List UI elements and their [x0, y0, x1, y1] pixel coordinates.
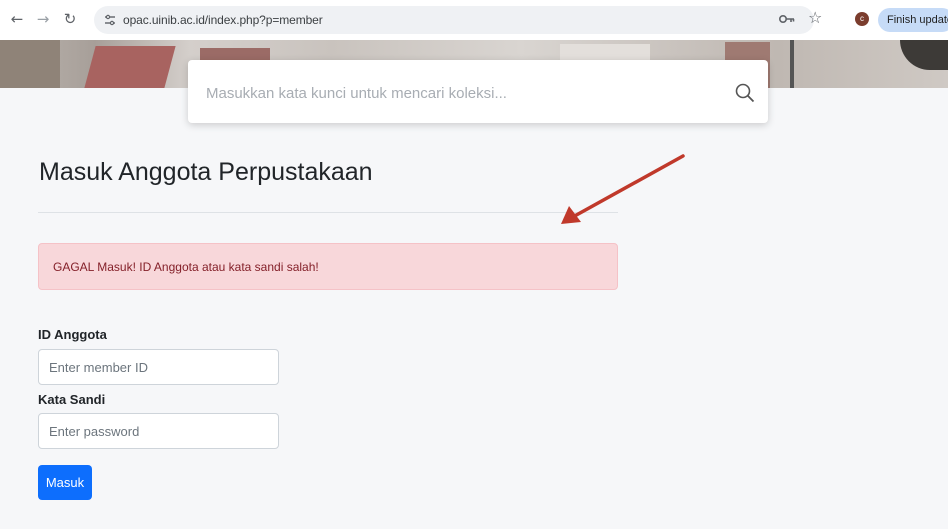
- member-id-label: ID Anggota: [38, 327, 107, 342]
- finish-update-button[interactable]: Finish update: [878, 8, 948, 32]
- search-bar[interactable]: [188, 60, 768, 123]
- annotation-arrow-icon: [561, 154, 685, 224]
- password-input[interactable]: [38, 413, 279, 449]
- forward-arrow-icon[interactable]: →: [34, 10, 52, 28]
- password-key-icon[interactable]: [778, 10, 796, 28]
- reload-icon[interactable]: ↻: [61, 10, 79, 28]
- browser-toolbar: ← → ↻ opac.uinib.ac.id/index.php?p=membe…: [0, 0, 948, 40]
- login-error-alert: GAGAL Masuk! ID Anggota atau kata sandi …: [38, 243, 618, 290]
- back-arrow-icon[interactable]: ←: [8, 10, 26, 28]
- profile-avatar[interactable]: c: [855, 12, 869, 26]
- search-input[interactable]: [204, 80, 708, 106]
- site-settings-icon[interactable]: [104, 14, 116, 26]
- page-background: [0, 88, 948, 529]
- member-id-input[interactable]: [38, 349, 279, 385]
- search-icon[interactable]: [735, 83, 755, 103]
- password-label: Kata Sandi: [38, 392, 106, 407]
- title-divider: [38, 212, 618, 213]
- alert-message: GAGAL Masuk! ID Anggota atau kata sandi …: [53, 260, 319, 274]
- url-text[interactable]: opac.uinib.ac.id/index.php?p=member: [123, 13, 323, 27]
- login-submit-button[interactable]: Masuk: [38, 465, 92, 500]
- address-bar[interactable]: opac.uinib.ac.id/index.php?p=member: [94, 6, 814, 34]
- page-title: Masuk Anggota Perpustakaan: [39, 158, 373, 186]
- bookmark-star-icon[interactable]: ☆: [808, 9, 822, 27]
